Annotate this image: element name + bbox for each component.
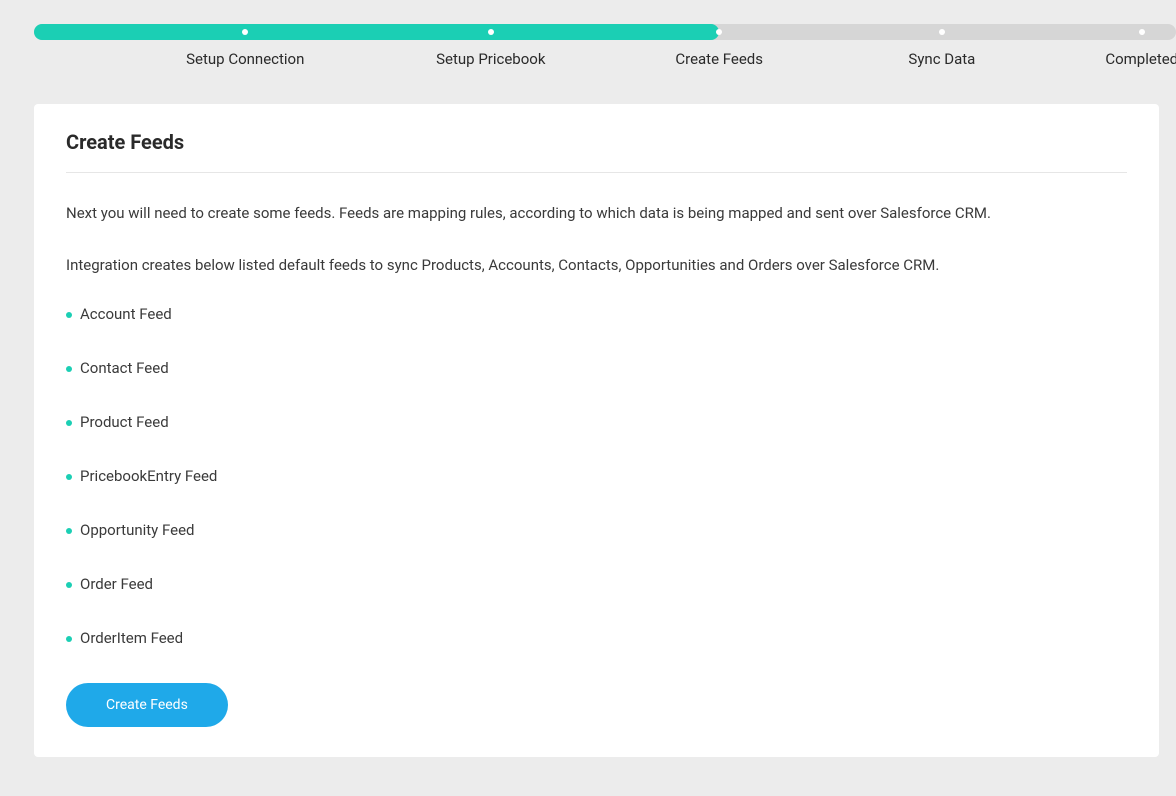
card-paragraph-1: Next you will need to create some feeds.… — [66, 201, 1127, 225]
list-item: Account Feed — [66, 305, 1127, 323]
list-item: Product Feed — [66, 413, 1127, 431]
progress-dot-0 — [242, 29, 248, 35]
progress-dot-4 — [1139, 29, 1145, 35]
progress-label-3: Sync Data — [908, 50, 975, 68]
card-body: Next you will need to create some feeds.… — [66, 173, 1127, 727]
list-item: OrderItem Feed — [66, 629, 1127, 647]
list-item: Contact Feed — [66, 359, 1127, 377]
card-title: Create Feeds — [66, 130, 1127, 173]
list-item: Order Feed — [66, 575, 1127, 593]
progress-label-1: Setup Pricebook — [436, 50, 545, 68]
progress-bar-track — [34, 24, 1176, 40]
list-item: Opportunity Feed — [66, 521, 1127, 539]
create-feeds-button[interactable]: Create Feeds — [66, 683, 228, 727]
card-paragraph-2: Integration creates below listed default… — [66, 253, 1127, 277]
list-item: PricebookEntry Feed — [66, 467, 1127, 485]
progress-label-4: Completed — [1105, 50, 1176, 68]
progress-dot-1 — [488, 29, 494, 35]
progress-dot-2 — [716, 29, 722, 35]
progress-label-2: Create Feeds — [675, 50, 763, 68]
create-feeds-card: Create Feeds Next you will need to creat… — [34, 104, 1159, 757]
progress-label-0: Setup Connection — [186, 50, 304, 68]
default-feeds-list: Account Feed Contact Feed Product Feed Pric… — [66, 305, 1127, 647]
progress-stepper: Setup Connection Setup Pricebook Create Fe… — [34, 24, 1176, 74]
progress-dot-3 — [939, 29, 945, 35]
progress-dots — [34, 24, 1176, 40]
progress-labels: Setup Connection Setup Pricebook Create Fe… — [34, 50, 1176, 74]
